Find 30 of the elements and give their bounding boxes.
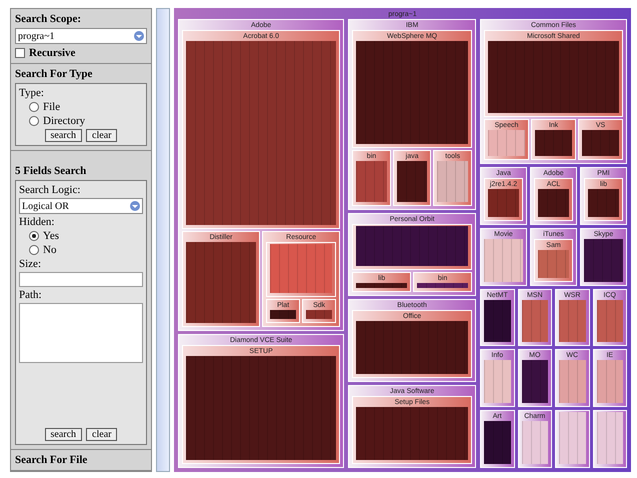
field-label: Search Logic: [19,184,82,196]
option-label: No [43,244,56,256]
section-title: Search For Type [15,68,94,80]
group-label: Type: [19,87,45,99]
field-label: Path: [19,289,43,301]
scope-dropdown[interactable]: progra~1 [15,28,147,44]
scrollbar[interactable] [156,8,170,472]
section-title: Search For File [15,454,88,466]
radio-button[interactable] [29,102,39,112]
dropdown-caret-icon [130,201,140,211]
dropdown-caret-icon [134,31,144,41]
field-label: Hidden: [19,216,56,228]
checkbox-label: Recursive [29,47,76,59]
option-label: File [43,101,60,113]
radio-button[interactable] [29,231,39,241]
radio-button[interactable] [29,245,39,255]
field-label: Size: [19,258,42,270]
option-label: Directory [43,115,86,127]
field-label: Search Scope: [15,13,82,25]
search-button[interactable]: search [44,129,82,142]
section-title: 5 Fields Search [15,165,88,177]
logic-dropdown[interactable]: Logical OR [19,198,143,214]
search-button[interactable]: clear [86,129,118,142]
checkbox[interactable] [15,48,25,58]
path-field[interactable] [19,303,143,363]
size-field[interactable] [19,272,143,287]
option-label: Yes [43,230,60,242]
search-button[interactable]: search [44,428,82,441]
radio-button[interactable] [29,116,39,126]
search-button[interactable]: clear [86,428,118,441]
